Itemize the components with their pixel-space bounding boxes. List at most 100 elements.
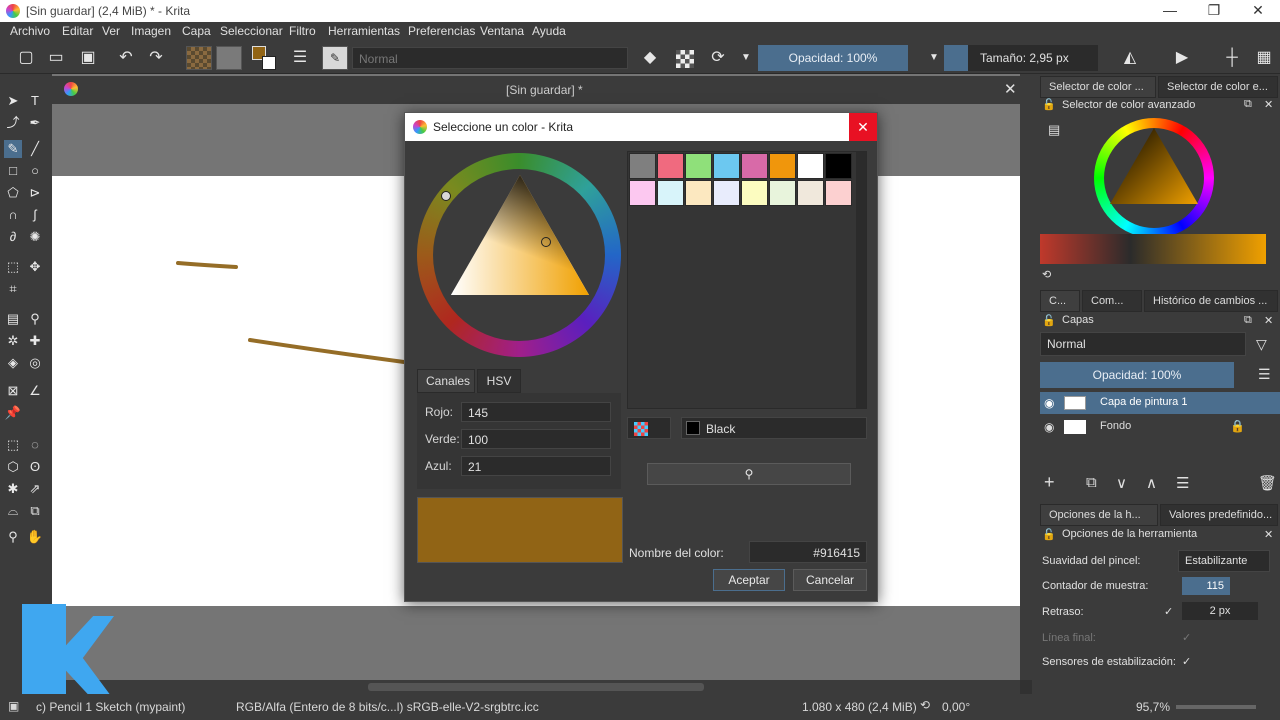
duplicate-layer-icon[interactable]: ⧉	[1086, 474, 1097, 491]
dynamic-brush-icon[interactable]: ∂	[4, 228, 22, 246]
wrap-around-icon[interactable]: ┼	[1222, 48, 1242, 68]
background-color-swatch[interactable]	[262, 56, 276, 70]
stabilizer-sensors-checkbox[interactable]: ✓	[1182, 655, 1191, 668]
gradient-selector[interactable]	[186, 46, 212, 70]
zoom-slider[interactable]	[1176, 705, 1256, 709]
color-history-bars[interactable]	[1040, 234, 1266, 264]
visibility-eye-icon[interactable]: ◉	[1044, 420, 1054, 434]
select-shape-icon[interactable]: ➤	[4, 92, 22, 110]
red-spinbox[interactable]: 145	[461, 402, 611, 422]
menu-filtro[interactable]: Filtro	[289, 24, 316, 38]
palette-chooser-button[interactable]	[627, 417, 671, 439]
palette-swatch[interactable]	[629, 153, 656, 179]
edit-shapes-icon[interactable]: ⤴	[4, 114, 22, 132]
menu-seleccionar[interactable]: Seleccionar	[220, 24, 283, 38]
move-layer-up-icon[interactable]: ∧	[1146, 474, 1157, 492]
chevron-down-icon[interactable]: ▼	[924, 48, 944, 68]
palette-swatch[interactable]	[797, 180, 824, 206]
color-selector-lock-icon[interactable]: 🔓	[1042, 98, 1056, 111]
bezier-tool-icon[interactable]: ∩	[4, 206, 22, 224]
layers-lock-icon[interactable]: 🔓	[1042, 314, 1056, 327]
move-layer-down-icon[interactable]: ∨	[1116, 474, 1127, 492]
menu-ayuda[interactable]: Ayuda	[532, 24, 566, 38]
smart-patch-icon[interactable]: ✚	[26, 332, 44, 350]
layer-blend-mode-select[interactable]: Normal	[1040, 332, 1246, 356]
opacity-slider[interactable]: Opacidad: 100%	[758, 45, 908, 71]
polyline-tool-icon[interactable]: ⊳	[26, 184, 44, 202]
cancel-button[interactable]: Cancelar	[793, 569, 867, 591]
bezier-select-icon[interactable]: ⌓	[4, 502, 22, 520]
filter-icon[interactable]: ▽	[1256, 336, 1267, 353]
palette-swatch[interactable]	[713, 153, 740, 179]
finish-line-checkbox[interactable]: ✓	[1182, 631, 1191, 644]
palette-scrollbar[interactable]	[856, 152, 866, 408]
tab-hsv[interactable]: HSV	[477, 369, 521, 393]
add-layer-icon[interactable]: +	[1044, 472, 1055, 493]
delay-checkbox[interactable]: ✓	[1164, 605, 1173, 618]
tab-brush-presets[interactable]: Valores predefinido...	[1160, 504, 1278, 526]
size-slider[interactable]: Tamaño: 2,95 px	[968, 45, 1098, 71]
eraser-icon[interactable]: ◆	[640, 48, 660, 68]
close-docker-icon[interactable]: ✕	[1264, 98, 1273, 111]
similar-select-icon[interactable]: ⇗	[26, 480, 44, 498]
horizontal-scrollbar-thumb[interactable]	[368, 683, 704, 691]
screen-color-picker-button[interactable]: ⚲	[647, 463, 851, 485]
palette-swatch[interactable]	[769, 180, 796, 206]
green-spinbox[interactable]: 100	[461, 429, 611, 449]
freehand-brush-icon[interactable]: ✎	[4, 140, 22, 158]
polygon-tool-icon[interactable]: ⬠	[4, 184, 22, 202]
color-picker-icon[interactable]: ⚲	[26, 310, 44, 328]
menu-preferencias[interactable]: Preferencias	[408, 24, 475, 38]
reference-images-icon[interactable]: 📌	[4, 404, 22, 422]
move-tool-icon[interactable]: ✥	[26, 258, 44, 276]
tab-undo-history[interactable]: Histórico de cambios ...	[1144, 290, 1278, 312]
layer-name[interactable]: Fondo	[1100, 420, 1131, 432]
polygon-select-icon[interactable]: ⬡	[4, 458, 22, 476]
zoom-tool-icon[interactable]: ⚲	[4, 528, 22, 546]
size-slider-fill[interactable]	[944, 45, 968, 71]
delay-spinbox[interactable]: 2 px	[1182, 602, 1258, 620]
palette-swatch[interactable]	[657, 153, 684, 179]
menu-imagen[interactable]: Imagen	[131, 24, 171, 38]
close-docker-icon[interactable]: ✕	[1264, 314, 1273, 327]
transform-tool-icon[interactable]: ⬚	[4, 258, 22, 276]
open-folder-icon[interactable]: ▭	[46, 48, 66, 68]
menu-capa[interactable]: Capa	[182, 24, 211, 38]
layer-opacity-slider[interactable]: Opacidad: 100%	[1040, 362, 1234, 388]
palette-swatch[interactable]	[741, 180, 768, 206]
delete-layer-icon[interactable]: 🗑	[1258, 474, 1277, 492]
rect-select-icon[interactable]: ⬚	[4, 436, 22, 454]
palette-swatch[interactable]	[685, 153, 712, 179]
mirror-vertical-icon[interactable]: ▶	[1172, 48, 1192, 68]
brush-presets-icon[interactable]: ☰	[290, 48, 310, 68]
ellipse-select-icon[interactable]: ◌	[26, 436, 44, 454]
layer-row[interactable]: ◉ Fondo 🔒	[1040, 416, 1280, 438]
undo-icon[interactable]: ↶	[116, 48, 136, 68]
contiguous-select-icon[interactable]: ✱	[4, 480, 22, 498]
palette-swatch[interactable]	[825, 180, 852, 206]
redo-icon[interactable]: ↷	[146, 48, 166, 68]
vertical-scrollbar[interactable]	[1020, 74, 1032, 680]
measure-tool-icon[interactable]: ∠	[26, 382, 44, 400]
new-document-icon[interactable]: ▢	[16, 48, 36, 68]
dialog-hue-ring[interactable]	[417, 153, 621, 357]
palette-swatch[interactable]	[769, 153, 796, 179]
close-document-icon[interactable]: ✕	[1004, 80, 1017, 98]
multibrush-icon[interactable]: ✺	[26, 228, 44, 246]
layer-name[interactable]: Capa de pintura 1	[1100, 396, 1187, 408]
freehand-select-icon[interactable]: ʘ	[26, 458, 44, 476]
menu-editar[interactable]: Editar	[62, 24, 93, 38]
mirror-horizontal-icon[interactable]: ◭	[1120, 48, 1140, 68]
preserve-alpha-icon[interactable]	[676, 50, 694, 68]
layer-row-active[interactable]: ◉ Capa de pintura 1	[1040, 392, 1280, 414]
chevron-down-icon[interactable]: ▼	[736, 48, 756, 68]
dialog-close-button[interactable]: ✕	[849, 113, 877, 141]
close-window-button[interactable]: ✕	[1236, 0, 1280, 22]
brush-preset-thumbnail[interactable]: ✎	[322, 46, 348, 70]
pan-tool-icon[interactable]: ✋	[26, 528, 44, 546]
palette-swatch[interactable]	[797, 153, 824, 179]
reload-preset-icon[interactable]: ⟳	[708, 48, 728, 68]
tab-channels[interactable]: Canales	[417, 369, 475, 393]
rotation-icon[interactable]: ⟲	[920, 698, 930, 712]
tab-color-selector[interactable]: Selector de color ...	[1040, 76, 1156, 98]
